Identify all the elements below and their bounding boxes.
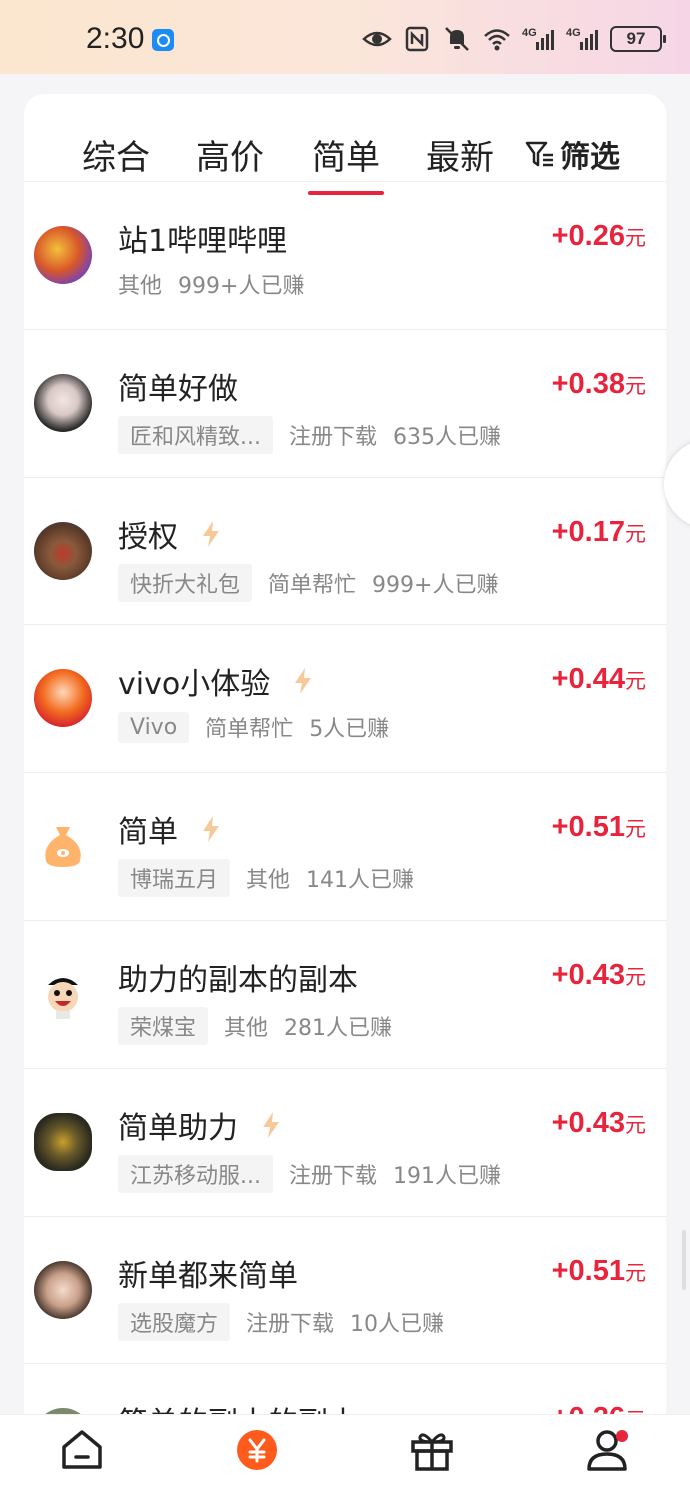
filter-button[interactable]: 筛选	[524, 132, 620, 176]
lightning-icon	[263, 1111, 279, 1138]
task-item[interactable]: vivo小体验 Vivo 简单帮忙 5人已赚 +0.44元	[24, 625, 666, 774]
user-icon	[587, 1430, 628, 1471]
task-earned-count: 5人已赚	[309, 717, 390, 743]
status-icons: 4G 4G 97	[362, 22, 666, 56]
home-icon	[62, 1430, 102, 1469]
task-reward: +0.43元	[551, 1106, 646, 1139]
avatar	[34, 373, 92, 432]
task-reward: +0.38元	[551, 367, 646, 400]
task-title: 助力的副本的副本	[118, 962, 358, 998]
task-reward: +0.51元	[551, 1254, 646, 1287]
task-tag: 匠和风精致...	[118, 415, 273, 454]
battery-level: 97	[626, 29, 646, 48]
task-title: vivo小体验	[118, 667, 271, 703]
task-title: 简单助力	[118, 1110, 238, 1146]
task-category: 简单帮忙	[268, 572, 357, 598]
avatar	[34, 226, 92, 284]
status-time: 2:30	[86, 22, 145, 55]
task-item[interactable]: 简单好做 匠和风精致... 注册下载 635人已赚 +0.38元	[24, 330, 666, 478]
gift-icon	[411, 1433, 453, 1471]
lightning-icon	[295, 668, 312, 695]
nav-invite[interactable]: 邀请	[392, 1427, 472, 1473]
battery-indicator: 97	[610, 26, 666, 52]
nav-mine[interactable]: 我的	[567, 1427, 647, 1473]
task-tag: 选股魔方	[118, 1302, 231, 1341]
tab-high-price[interactable]: 高价	[196, 130, 264, 179]
svg-text:4G: 4G	[566, 27, 581, 39]
task-reward: +0.43元	[551, 958, 646, 991]
task-earned-count: 635人已赚	[393, 424, 501, 450]
task-tag: Vivo	[118, 711, 190, 743]
tab-bar: 综合 高价 简单 最新 筛选	[24, 94, 666, 195]
task-earned-count: 141人已赚	[306, 868, 415, 894]
task-title: 新单都来简单	[118, 1258, 298, 1294]
bottom-nav: 首页 大厅 邀请 我的	[0, 1414, 690, 1486]
task-tag: 江苏移动服...	[118, 1154, 273, 1193]
task-reward: +0.17元	[551, 515, 646, 548]
task-category: 注册下载	[246, 1311, 335, 1337]
task-item[interactable]: 站1哔哩哔哩 其他 999+人已赚 +0.26元	[24, 182, 666, 330]
task-category: 其他	[246, 868, 291, 894]
floating-side-handle[interactable]	[664, 440, 690, 528]
signal-4g-icon-2: 4G	[566, 27, 598, 50]
task-category: 注册下载	[288, 1163, 377, 1189]
avatar	[34, 669, 92, 728]
money-bag-icon	[34, 817, 92, 876]
status-bar: 2:30 4G 4G 97	[0, 0, 690, 74]
task-list-card: 综合 高价 简单 最新 筛选 站1哔哩哔哩 其他 999+人已赚 +0.26元 …	[24, 94, 666, 1486]
task-reward: +0.51元	[551, 811, 646, 844]
filter-icon	[525, 141, 553, 167]
svg-text:4G: 4G	[522, 27, 537, 39]
yuan-icon	[237, 1430, 277, 1470]
task-item[interactable]: 简单 博瑞五月 其他 141人已赚 +0.51元	[24, 773, 666, 921]
notification-badge	[616, 1430, 628, 1442]
tab-comprehensive[interactable]: 综合	[82, 130, 150, 179]
task-title: 站1哔哩哔哩	[118, 224, 288, 259]
task-tag: 博瑞五月	[118, 859, 231, 898]
task-earned-count: 281人已赚	[284, 1015, 393, 1041]
task-reward: +0.26元	[551, 220, 646, 252]
task-list: 站1哔哩哔哩 其他 999+人已赚 +0.26元 简单好做 匠和风精致... 注…	[24, 182, 666, 1486]
avatar	[34, 1112, 92, 1171]
task-earned-count: 999+人已赚	[178, 274, 305, 299]
nfc-icon	[405, 26, 429, 52]
task-title: 简单好做	[118, 371, 238, 407]
tab-simple[interactable]: 简单	[308, 130, 384, 195]
eye-icon	[362, 31, 392, 47]
task-category: 简单帮忙	[205, 717, 294, 743]
filter-label: 筛选	[560, 140, 620, 175]
avatar	[34, 1260, 92, 1319]
wifi-icon	[484, 29, 510, 51]
app-notification-icon	[152, 29, 174, 51]
scrollbar[interactable]	[682, 1230, 686, 1290]
signal-4g-icon: 4G	[522, 27, 554, 50]
lightning-icon	[203, 520, 219, 547]
task-tag: 快折大礼包	[118, 563, 253, 602]
avatar	[34, 521, 92, 580]
task-item[interactable]: 授权 快折大礼包 简单帮忙 999+人已赚 +0.17元	[24, 478, 666, 626]
task-item[interactable]: 助力的副本的副本 荣煤宝 其他 281人已赚 +0.43元	[24, 921, 666, 1069]
lightning-icon	[203, 816, 219, 843]
task-earned-count: 10人已赚	[350, 1311, 445, 1337]
cartoon-boy-avatar	[34, 964, 92, 1023]
tab-newest[interactable]: 最新	[426, 130, 494, 179]
task-item[interactable]: 简单助力 江苏移动服... 注册下载 191人已赚 +0.43元	[24, 1069, 666, 1217]
task-tag: 荣煤宝	[118, 1006, 209, 1045]
task-reward: +0.44元	[551, 663, 646, 696]
task-earned-count: 191人已赚	[393, 1163, 501, 1189]
task-category: 其他	[224, 1015, 269, 1041]
task-item[interactable]: 新单都来简单 选股魔方 注册下载 10人已赚 +0.51元	[24, 1217, 666, 1365]
task-category: 注册下载	[288, 424, 377, 450]
task-category: 其他	[118, 274, 163, 299]
task-title: 授权	[118, 519, 178, 555]
nav-home[interactable]: 首页	[42, 1427, 122, 1473]
task-title: 简单	[118, 815, 178, 851]
nav-hall[interactable]: 大厅	[217, 1427, 297, 1473]
mute-bell-icon	[445, 27, 469, 51]
task-earned-count: 999+人已赚	[372, 572, 499, 598]
